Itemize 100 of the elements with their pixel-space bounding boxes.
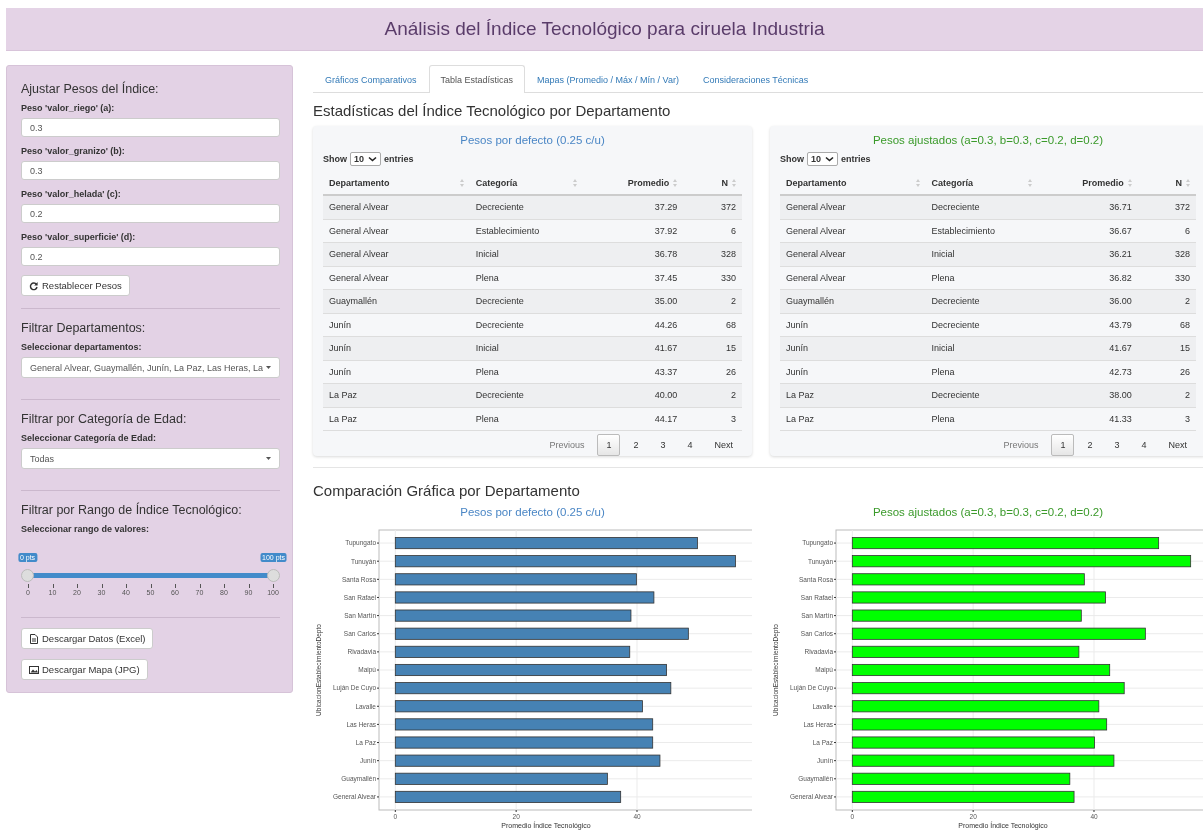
table-cell: 26 — [683, 360, 742, 384]
table-cell: 36.71 — [1037, 195, 1138, 219]
table-cell: Inicial — [469, 242, 583, 266]
table-cell: Decreciente — [925, 383, 1038, 407]
table-cell: Inicial — [469, 336, 583, 360]
sort-icon — [1186, 179, 1190, 187]
page-link[interactable]: 1 — [597, 434, 621, 456]
section-heading: Filtrar Departamentos: — [21, 321, 147, 335]
chevron-down-icon — [368, 156, 377, 162]
column-header[interactable]: Departamento — [329, 178, 390, 188]
table-cell: 41.33 — [1037, 407, 1138, 431]
previous-link[interactable]: Previous — [994, 434, 1048, 456]
table-cell: 372 — [683, 195, 742, 219]
previous-link[interactable]: Previous — [540, 434, 594, 456]
column-header[interactable]: Categoría — [931, 178, 974, 188]
table-cell: 3 — [1137, 407, 1196, 431]
table-cell: 43.79 — [1037, 313, 1138, 337]
column-header[interactable]: Promedio — [1082, 178, 1124, 188]
page-link[interactable]: 4 — [1132, 434, 1156, 456]
table-cell: 44.26 — [582, 313, 684, 337]
sort-icon — [459, 179, 464, 187]
table-cell: 26 — [1137, 360, 1196, 384]
field-label: Seleccionar Categoría de Edad: — [21, 433, 158, 443]
table-cell: 68 — [1137, 313, 1196, 337]
table-cell: Plena — [469, 407, 583, 431]
table-cell: 35.00 — [582, 289, 684, 313]
next-link[interactable]: Next — [1159, 434, 1196, 456]
page-size-select[interactable]: 10 — [350, 152, 381, 166]
select-field[interactable]: General Alvear, Guaymallén, Junín, La Paz, Las Heras, La — [21, 357, 280, 378]
table-cell: Inicial — [925, 336, 1038, 360]
column-header[interactable]: N — [721, 178, 728, 188]
table-cell: 36.21 — [1037, 242, 1138, 266]
reset-button[interactable]: Restablecer Pesos — [21, 275, 130, 296]
tab[interactable]: Gráficos Comparativos — [313, 66, 429, 93]
number-input[interactable]: 0.3 — [21, 118, 280, 137]
number-input[interactable]: 0.2 — [21, 247, 280, 266]
table-cell: 38.00 — [1037, 383, 1138, 407]
table-cell: General Alvear — [780, 266, 926, 290]
column-header[interactable]: Departamento — [786, 178, 847, 188]
number-input[interactable]: 0.3 — [21, 161, 280, 180]
page-link[interactable]: 1 — [1051, 434, 1075, 456]
next-link[interactable]: Next — [705, 434, 742, 456]
table-cell: Plena — [469, 266, 583, 290]
table-cell: Junín — [780, 360, 926, 384]
table-cell: 40.00 — [582, 383, 684, 407]
table-cell: Decreciente — [469, 383, 583, 407]
table-title: Pesos ajustados (a=0.3, b=0.3, c=0.2, d=0.2) — [871, 134, 1105, 146]
sort-icon — [673, 179, 678, 187]
page-link[interactable]: 4 — [678, 434, 702, 456]
select-field[interactable]: Todas — [21, 448, 280, 469]
table-cell: 41.67 — [582, 336, 684, 360]
field-label: Peso 'valor_helada' (c): — [21, 189, 122, 199]
page-link[interactable]: 2 — [624, 434, 648, 456]
page-title: Análisis del Índice Tecnológico para ciruela Industria — [6, 8, 1203, 51]
table-cell: 68 — [683, 313, 742, 337]
sort-icon — [1127, 179, 1132, 187]
column-header[interactable]: Promedio — [627, 178, 670, 188]
table-cell: 2 — [683, 383, 742, 407]
field-label: Seleccionar rango de valores: — [21, 524, 151, 534]
tab[interactable]: Mapas (Promedio / Máx / Mín / Var) — [525, 66, 691, 93]
table-cell: 41.67 — [1037, 336, 1138, 360]
table-cell: 37.45 — [582, 266, 684, 290]
download-button[interactable]: Descargar Mapa (JPG) — [21, 659, 148, 680]
table-cell: 6 — [1137, 219, 1196, 243]
number-input[interactable]: 0.2 — [21, 204, 280, 223]
page-link[interactable]: 3 — [651, 434, 675, 456]
column-header[interactable]: Categoría — [475, 178, 518, 188]
table-cell: Plena — [925, 266, 1038, 290]
entries-label: entries — [384, 154, 414, 164]
section-heading: Filtrar por Categoría de Edad: — [21, 412, 188, 426]
chart-title: Pesos ajustados (a=0.3, b=0.3, c=0.2, d=0.2) — [871, 506, 1105, 518]
tab[interactable]: Consideraciones Técnicas — [690, 66, 821, 93]
table-cell: 15 — [683, 336, 742, 360]
table-cell: 328 — [683, 242, 742, 266]
table-cell: General Alvear — [323, 266, 470, 290]
table-cell: La Paz — [323, 407, 470, 431]
table-cell: Guaymallén — [323, 289, 470, 313]
table-cell: Junín — [323, 313, 470, 337]
tab[interactable]: Tabla Estadísticas — [428, 65, 526, 93]
column-header[interactable]: N — [1175, 178, 1182, 188]
table-cell: 36.00 — [1037, 289, 1138, 313]
table-cell: 44.17 — [582, 407, 684, 431]
table-cell: 6 — [683, 219, 742, 243]
page-link[interactable]: 3 — [1105, 434, 1129, 456]
section-heading: Filtrar por Rango de Índice Tecnológico: — [21, 503, 243, 517]
table-cell: 36.82 — [1037, 266, 1138, 290]
download-button[interactable]: Descargar Datos (Excel) — [21, 628, 154, 649]
page-link[interactable]: 2 — [1078, 434, 1102, 456]
section-heading: Comparación Gráfica por Departamento — [313, 482, 581, 499]
table-cell: 37.92 — [582, 219, 684, 243]
field-label: Peso 'valor_riego' (a): — [21, 103, 116, 113]
table-cell: General Alvear — [323, 195, 470, 219]
table-cell: Plena — [469, 360, 583, 384]
table-cell: Junín — [780, 313, 926, 337]
entries-label: entries — [841, 154, 871, 164]
table-cell: Establecimiento — [469, 219, 583, 243]
page-size-select[interactable]: 10 — [807, 152, 838, 166]
caret-icon — [266, 366, 271, 369]
table-cell: Decreciente — [469, 195, 583, 219]
image-icon — [29, 664, 39, 675]
